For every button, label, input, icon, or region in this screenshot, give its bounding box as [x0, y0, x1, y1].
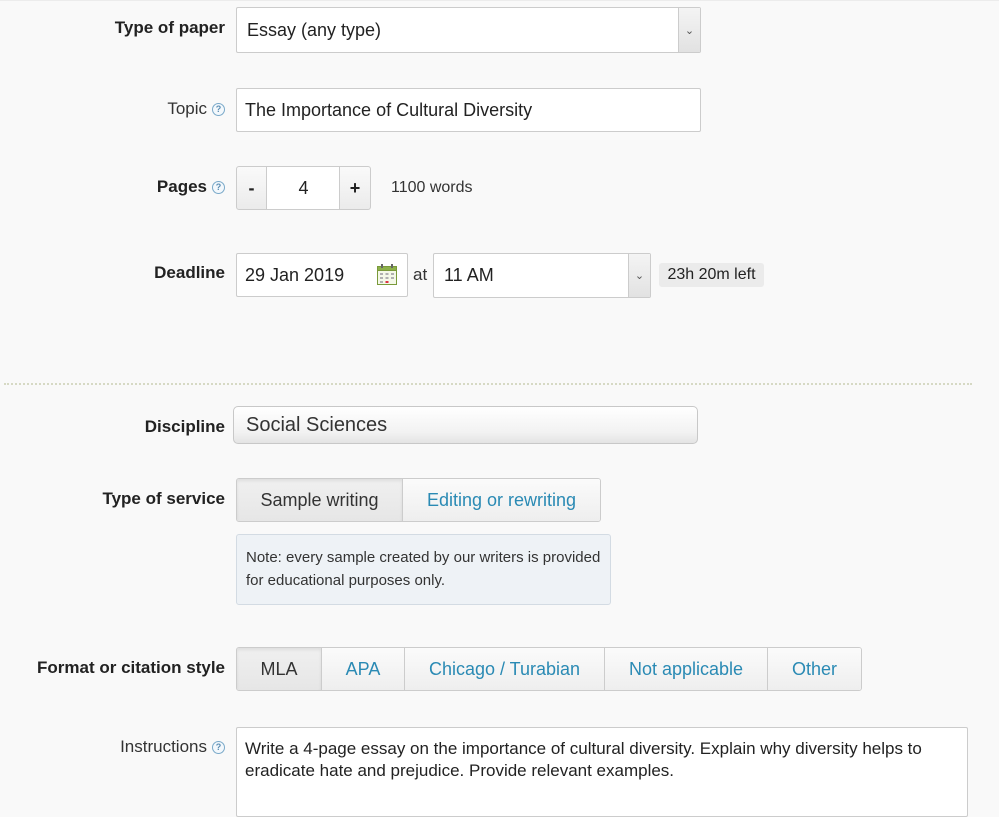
instructions-textarea[interactable]: Write a 4-page essay on the importance o…	[236, 727, 968, 817]
help-icon[interactable]: ?	[212, 102, 225, 116]
deadline-label: Deadline	[154, 263, 225, 282]
help-icon[interactable]: ?	[212, 180, 225, 194]
deadline-time-select[interactable]: 11 AM ⌄	[433, 253, 651, 298]
paper-type-value: Essay (any type)	[247, 19, 382, 40]
pages-label: Pages?	[157, 177, 225, 197]
paper-type-label: Type of paper	[114, 18, 225, 37]
chevron-down-icon[interactable]: ⌄	[678, 8, 700, 52]
instructions-label: Instructions?	[120, 737, 225, 757]
format-label: Format or citation style	[37, 658, 225, 677]
time-left-badge: 23h 20m left	[659, 263, 764, 287]
format-option-mla[interactable]: MLA	[237, 648, 322, 690]
deadline-time-value: 11 AM	[444, 265, 494, 285]
topic-value: The Importance of Cultural Diversity	[245, 99, 533, 120]
format-option-apa[interactable]: APA	[322, 648, 405, 690]
service-option-editing[interactable]: Editing or rewriting	[403, 479, 600, 521]
format-option-other[interactable]: Other	[768, 648, 861, 690]
at-label: at	[413, 265, 428, 284]
deadline-date-value: 29 Jan 2019	[245, 264, 345, 285]
service-label: Type of service	[102, 489, 225, 508]
service-toggle: Sample writing Editing or rewriting	[236, 478, 601, 522]
pages-value[interactable]: 4	[267, 166, 340, 210]
word-count: 1100 words	[391, 179, 473, 196]
paper-type-select[interactable]: Essay (any type) ⌄	[236, 7, 701, 53]
discipline-value: Social Sciences	[246, 413, 388, 436]
pages-increment-button[interactable]: +	[339, 166, 371, 210]
chevron-down-icon[interactable]: ⌄	[628, 254, 650, 297]
service-note: Note: every sample created by our writer…	[236, 534, 611, 605]
pages-decrement-button[interactable]: -	[236, 166, 267, 210]
calendar-icon[interactable]	[377, 264, 397, 285]
discipline-label: Discipline	[144, 417, 225, 436]
section-divider	[4, 383, 972, 385]
format-toggle: MLA APA Chicago / Turabian Not applicabl…	[236, 647, 862, 691]
help-icon[interactable]: ?	[212, 740, 225, 754]
topic-label: Topic?	[167, 99, 225, 119]
format-option-chicago[interactable]: Chicago / Turabian	[405, 648, 605, 690]
format-option-not-applicable[interactable]: Not applicable	[605, 648, 768, 690]
discipline-select[interactable]: Social Sciences	[233, 406, 698, 444]
top-border	[0, 0, 999, 1]
topic-input[interactable]: The Importance of Cultural Diversity	[236, 88, 701, 132]
service-option-sample-writing[interactable]: Sample writing	[237, 479, 403, 521]
